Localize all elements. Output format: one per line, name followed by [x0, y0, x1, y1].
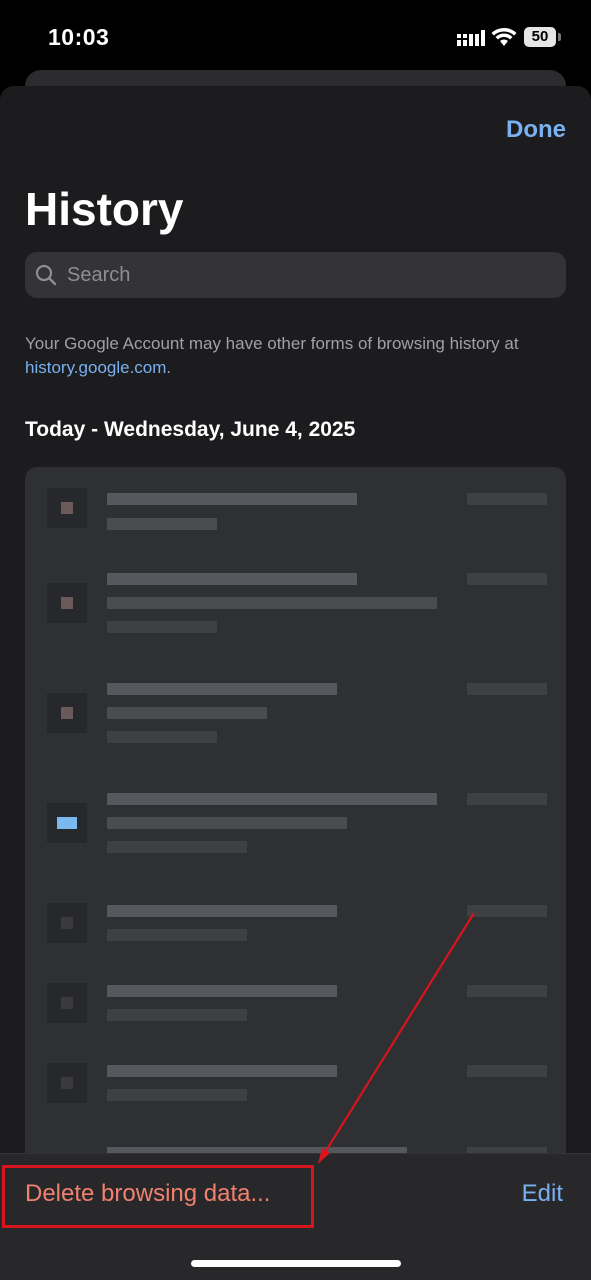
wifi-icon: [491, 27, 517, 46]
redacted-snippet: [107, 817, 347, 829]
redacted-title: [107, 683, 337, 695]
redacted-snippet: [107, 597, 437, 609]
redacted-url: [107, 1089, 247, 1101]
done-button[interactable]: Done: [506, 116, 566, 144]
search-input[interactable]: [67, 260, 547, 290]
redacted-title: [107, 793, 437, 805]
favicon-icon: [47, 693, 87, 733]
home-indicator: [191, 1260, 401, 1267]
account-info-text: Your Google Account may have other forms…: [25, 332, 570, 380]
redacted-url: [107, 841, 247, 853]
history-row[interactable]: [25, 563, 566, 663]
info-suffix: .: [166, 358, 172, 377]
favicon-icon: [47, 1063, 87, 1103]
search-icon: [35, 264, 57, 286]
redacted-title: [107, 1065, 337, 1077]
redacted-url: [107, 518, 217, 530]
redacted-time: [467, 1065, 547, 1077]
redacted-time: [467, 985, 547, 997]
redacted-url: [107, 731, 217, 743]
history-list: [25, 467, 566, 1207]
redacted-time: [467, 493, 547, 505]
favicon-icon: [47, 983, 87, 1023]
redacted-time: [467, 573, 547, 585]
status-bar: 10:03 50: [0, 0, 591, 72]
redacted-title: [107, 493, 357, 505]
history-sheet: Done History Your Google Account may hav…: [0, 86, 591, 1280]
favicon-icon: [47, 803, 87, 843]
redacted-time: [467, 905, 547, 917]
history-row[interactable]: [25, 673, 566, 773]
info-text: Your Google Account may have other forms…: [25, 334, 519, 353]
redacted-url: [107, 621, 217, 633]
redacted-url: [107, 1009, 247, 1021]
redacted-title: [107, 573, 357, 585]
cellular-signal-icon: [457, 30, 485, 46]
annotation-highlight-box: [2, 1165, 314, 1228]
page-title: History: [25, 183, 184, 235]
redacted-snippet: [107, 707, 267, 719]
history-link[interactable]: history.google.com: [25, 358, 166, 377]
redacted-title: [107, 985, 337, 997]
battery-indicator: 50: [524, 27, 556, 47]
history-row[interactable]: [25, 783, 566, 883]
favicon-icon: [47, 583, 87, 623]
redacted-title: [107, 905, 337, 917]
battery-tip: [558, 33, 561, 41]
status-time: 10:03: [48, 24, 110, 50]
redacted-time: [467, 683, 547, 695]
favicon-icon: [47, 488, 87, 528]
date-section-header: Today - Wednesday, June 4, 2025: [25, 418, 356, 441]
favicon-icon: [47, 903, 87, 943]
redacted-url: [107, 929, 247, 941]
edit-button[interactable]: Edit: [522, 1180, 563, 1208]
history-row[interactable]: [25, 473, 566, 573]
search-bar[interactable]: [25, 252, 566, 298]
redacted-time: [467, 793, 547, 805]
